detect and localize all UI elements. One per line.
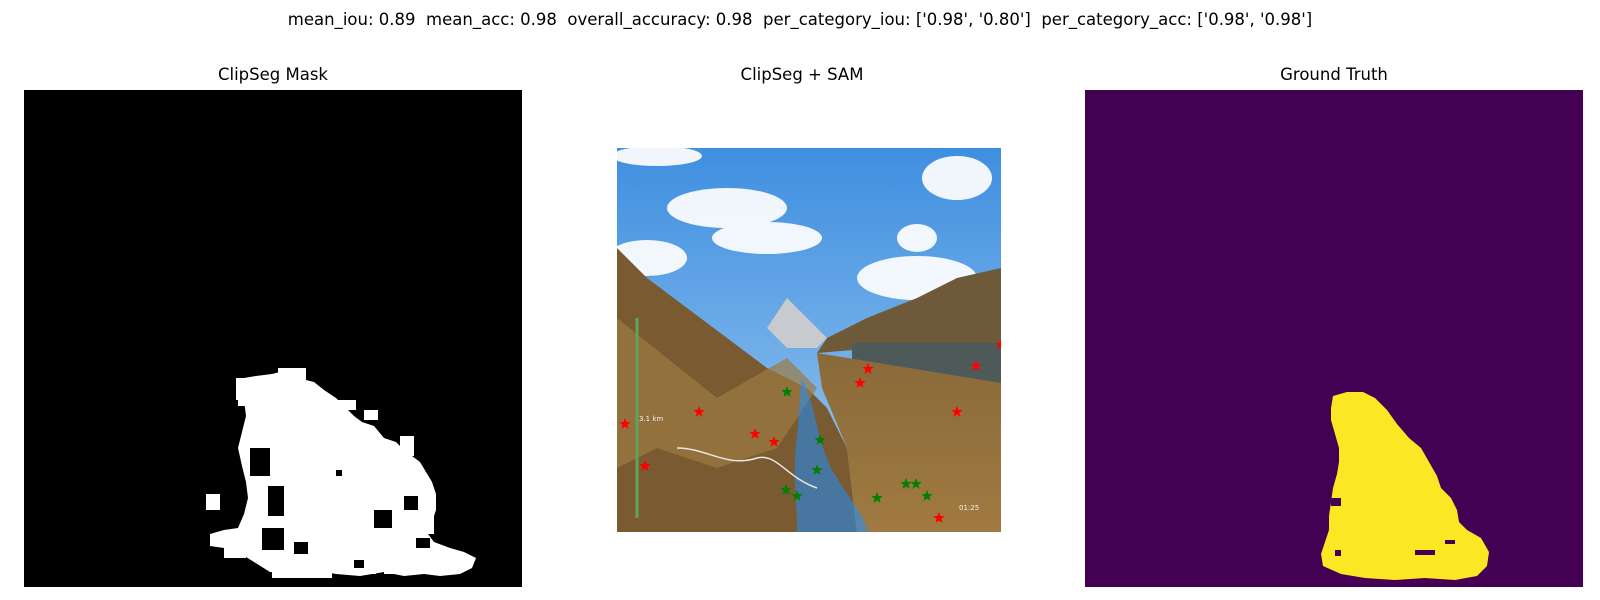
clipseg-sam-panel: 3.1 km 01:25 xyxy=(617,148,1001,532)
metrics-summary: mean_iou: 0.89 mean_acc: 0.98 overall_ac… xyxy=(0,6,1600,34)
mean-iou-value: 0.89 xyxy=(378,10,416,29)
mean-acc-value: 0.98 xyxy=(520,10,557,29)
overall-accuracy-value: 0.98 xyxy=(715,10,753,29)
corner-label: 01:25 xyxy=(959,504,979,512)
ground-truth-title: Ground Truth xyxy=(1280,65,1388,84)
clipseg-mask-title: ClipSeg Mask xyxy=(217,65,328,84)
per-category-acc-label: per_category_acc: xyxy=(1041,10,1192,29)
ground-truth-panel xyxy=(1085,90,1583,587)
per-category-iou-label: per_category_iou: xyxy=(763,10,911,29)
clipseg-mask-panel xyxy=(24,90,522,587)
distance-label: 3.1 km xyxy=(639,415,663,423)
per-category-acc-value: ['0.98', '0.98'] xyxy=(1197,10,1313,29)
clipseg-sam-image: 3.1 km 01:25 xyxy=(617,148,1001,532)
overall-accuracy-label: overall_accuracy: xyxy=(567,10,711,29)
per-category-iou-value: ['0.98', '0.80'] xyxy=(915,10,1031,29)
mean-acc-label: mean_acc: xyxy=(426,10,515,29)
clipseg-sam-title: ClipSeg + SAM xyxy=(740,65,864,84)
mean-iou-label: mean_iou: xyxy=(287,10,374,29)
ground-truth-image xyxy=(1085,90,1583,587)
clipseg-mask-image xyxy=(24,90,522,587)
